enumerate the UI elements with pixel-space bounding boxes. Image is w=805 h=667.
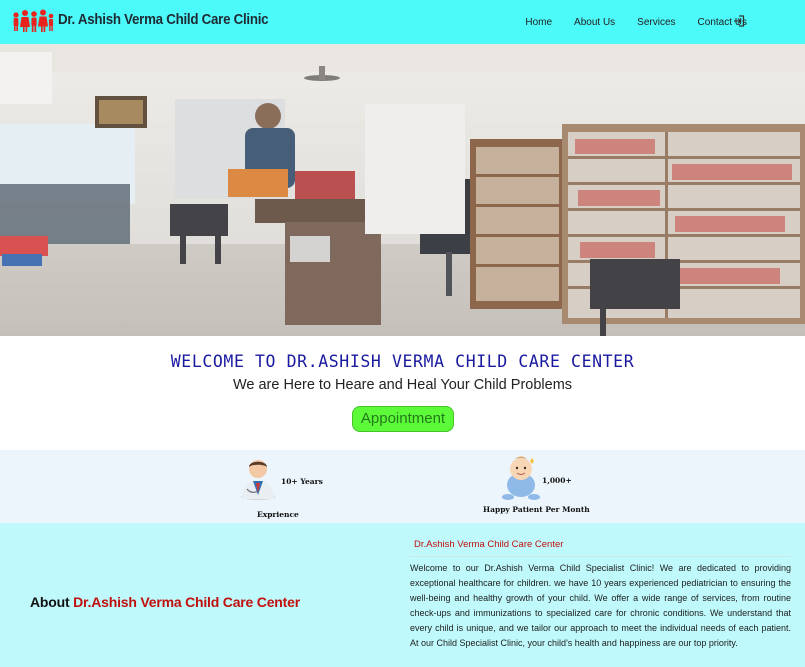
stat-patients-value: 1,000+ [542, 476, 572, 485]
about-description: Welcome to our Dr.Ashish Verma Child Spe… [410, 563, 791, 648]
stat-experience-value: 10+ Years [281, 477, 323, 486]
welcome-subtitle: We are Here to Heare and Heal Your Child… [232, 377, 573, 393]
doctor-icon [241, 460, 275, 500]
appointment-button[interactable]: Appointment [352, 406, 454, 432]
about-heading-prefix: About [30, 594, 70, 610]
about-section: About Dr.Ashish Verma Child Care Center … [0, 523, 805, 667]
welcome-title: WELCOME TO DR.ASHISH VERMA CHILD CARE CE… [170, 352, 635, 371]
baby-icon [502, 456, 540, 500]
nav-services[interactable]: Services [637, 17, 675, 28]
hero-image [0, 44, 805, 336]
about-subheading: Dr.Ashish Verma Child Care Center [414, 539, 564, 550]
nav-links: Home About Us Services Contact Us [503, 0, 747, 44]
clinic-interior-photo [0, 44, 805, 336]
children-logo-icon [13, 9, 54, 32]
navbar: Dr. Ashish Verma Child Care Clinic Home … [0, 0, 805, 44]
about-heading-name: Dr.Ashish Verma Child Care Center [73, 594, 300, 610]
divider [410, 556, 791, 557]
welcome-section: WELCOME TO DR.ASHISH VERMA CHILD CARE CE… [0, 336, 805, 450]
about-heading: About Dr.Ashish Verma Child Care Center [30, 594, 300, 610]
stats-section: 10+ Years Exprience 1,000+ Happy Patient… [0, 450, 805, 523]
stat-patients-label: Happy Patient Per Month [483, 505, 590, 514]
brand[interactable]: Dr. Ashish Verma Child Care Clinic [10, 8, 287, 32]
nav-home[interactable]: Home [525, 17, 552, 28]
page: Dr. Ashish Verma Child Care Clinic Home … [0, 0, 805, 667]
nav-about-us[interactable]: About Us [574, 17, 615, 28]
sign-in-icon[interactable] [733, 15, 745, 27]
stat-experience-label: Exprience [257, 510, 299, 519]
brand-name: Dr. Ashish Verma Child Care Clinic [58, 12, 269, 28]
